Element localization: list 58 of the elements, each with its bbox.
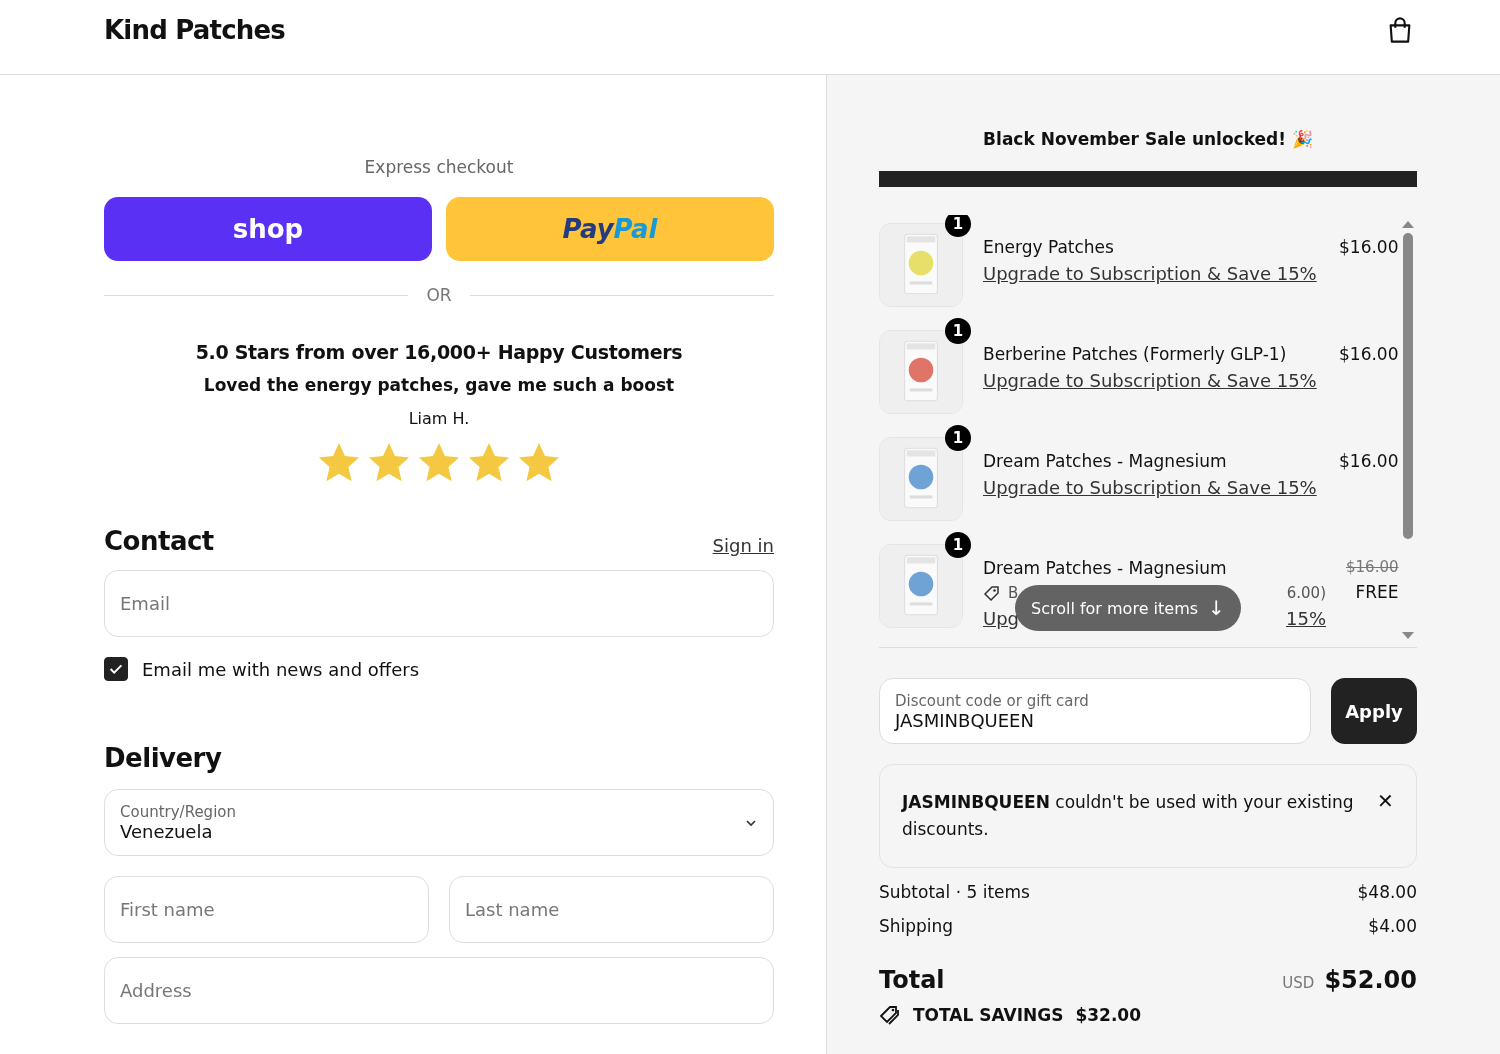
field-value: JASMINBQUEEN bbox=[895, 709, 1035, 731]
brand-logo[interactable]: Kind Patches bbox=[104, 15, 285, 45]
divider-label: OR bbox=[426, 285, 452, 305]
line-value: $4.00 bbox=[1368, 916, 1417, 936]
field-label: Discount code or gift card bbox=[895, 691, 1090, 710]
upgrade-link[interactable]: Upgrade to Subscription & Save 15% bbox=[983, 370, 1319, 391]
field-value: Venezuela bbox=[120, 821, 214, 842]
discount-text: 6.00) bbox=[1286, 584, 1326, 602]
section-title: Contact bbox=[104, 526, 214, 556]
product-name: Energy Patches bbox=[983, 237, 1115, 257]
last-name-field[interactable]: Last name bbox=[449, 876, 774, 943]
section-title: Delivery bbox=[104, 743, 222, 773]
item-price: $16.00 bbox=[1339, 451, 1399, 471]
line-label: Shipping bbox=[879, 916, 954, 936]
product-name: Berberine Patches (Formerly GLP-1) bbox=[983, 344, 1288, 364]
upgrade-link[interactable]: Upgrade to Subscription & Save 15% bbox=[983, 477, 1319, 498]
review-headline: 5.0 Stars from over 16,000+ Happy Customers bbox=[195, 341, 683, 363]
email-field[interactable]: Email bbox=[104, 570, 774, 637]
currency-code: USD bbox=[1282, 974, 1315, 992]
item-price: FREE bbox=[1355, 582, 1399, 602]
upgrade-link[interactable]: Upgrade to Subscription & Save 15% bbox=[983, 263, 1319, 284]
review-quote: Loved the energy patches, gave me such a boost bbox=[203, 375, 675, 395]
quantity-badge: 1 bbox=[945, 425, 971, 451]
item-price: $16.00 bbox=[1339, 237, 1399, 257]
sale-banner-text: Black November Sale unlocked! 🎉 bbox=[983, 129, 1313, 149]
paypal-pay-button[interactable]: PayPal bbox=[446, 197, 774, 261]
original-price: $16.00 bbox=[1346, 558, 1399, 576]
savings-label: TOTAL SAVINGS bbox=[913, 1005, 1064, 1025]
review-author: Liam H. bbox=[408, 409, 470, 428]
upgrade-link[interactable]: 15% bbox=[1286, 608, 1326, 629]
checkbox-label: Email me with news and offers bbox=[142, 658, 420, 680]
tag-icon bbox=[879, 1004, 901, 1026]
quantity-badge: 1 bbox=[945, 318, 971, 344]
field-label: Country/Region bbox=[120, 803, 236, 821]
country-select[interactable]: Country/Region Venezuela bbox=[104, 789, 774, 856]
item-price: $16.00 bbox=[1339, 344, 1399, 364]
quantity-badge: 1 bbox=[945, 532, 971, 558]
scroll-up-icon bbox=[1400, 219, 1415, 229]
discount-field[interactable]: Discount code or gift card JASMINBQUEEN bbox=[879, 678, 1311, 744]
checkbox[interactable] bbox=[104, 657, 128, 681]
line-label: Subtotal · 5 items bbox=[879, 882, 1030, 902]
apply-button[interactable]: Apply bbox=[1331, 678, 1417, 744]
shop-pay-button[interactable]: shop bbox=[104, 197, 432, 261]
total-price: $52.00 bbox=[1324, 966, 1417, 994]
sign-in-link[interactable]: Sign in bbox=[712, 535, 774, 556]
total-label: Total bbox=[879, 966, 945, 994]
address-field[interactable]: Address bbox=[104, 957, 774, 1024]
first-name-field[interactable]: First name bbox=[104, 876, 429, 943]
product-name: Dream Patches - Magnesium bbox=[983, 451, 1228, 471]
section-label: Express checkout bbox=[364, 157, 514, 177]
line-value: $48.00 bbox=[1357, 882, 1417, 902]
product-name: Dream Patches - Magnesium bbox=[983, 558, 1228, 578]
close-button[interactable]: ✕ bbox=[1377, 789, 1394, 813]
error-message: JASMINBQUEEN couldn't be used with your existing discounts. bbox=[902, 791, 1355, 841]
quantity-badge: 1 bbox=[945, 215, 971, 237]
savings-value: $32.00 bbox=[1075, 1005, 1141, 1025]
scroll-down-icon bbox=[1400, 631, 1415, 641]
tag-icon bbox=[983, 584, 1000, 602]
